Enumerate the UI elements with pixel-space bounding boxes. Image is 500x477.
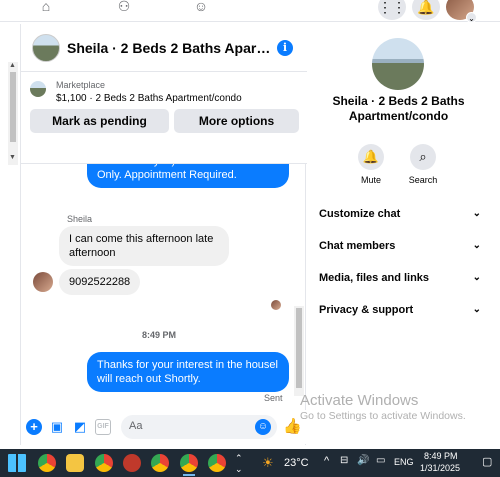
page-scrollbar[interactable]: ▲ ▼ <box>8 62 18 165</box>
menu-grid-icon[interactable]: ⋮⋮ <box>378 0 406 20</box>
outgoing-message: Thanks for your interest in the housel w… <box>87 352 289 392</box>
incoming-message: I can come this afternoon late afternoon <box>59 226 229 266</box>
customize-chat-section[interactable]: Customize chat ⌄ <box>319 208 481 228</box>
marketplace-label: Marketplace <box>56 80 106 90</box>
marketplace-listing-card: Marketplace $1,100 · 2 Beds 2 Baths Apar… <box>21 72 307 164</box>
chrome-icon[interactable] <box>151 454 169 472</box>
listing-thumbnail[interactable] <box>30 81 46 97</box>
active-app-indicator <box>183 474 195 476</box>
customize-chat-label: Customize chat <box>319 208 401 220</box>
chat-members-label: Chat members <box>319 240 396 252</box>
photo-icon[interactable]: ▣ <box>49 419 65 435</box>
sticker-icon[interactable]: ◩ <box>72 419 88 435</box>
listing-title[interactable]: $1,100 · 2 Beds 2 Baths Apartment/condo <box>56 93 242 104</box>
message-timestamp: 8:49 PM <box>141 330 176 340</box>
chat-header: Sheila · 2 Beds 2 Baths Apartment/condo … <box>21 24 307 72</box>
message-list: not contact you).** Self-Guided Tours On… <box>21 154 307 414</box>
community-icon[interactable]: ☺ <box>191 0 211 14</box>
search-label[interactable]: Search <box>403 175 443 185</box>
tray-expand-icon[interactable]: ^ <box>324 455 329 467</box>
message-input[interactable]: Aa ☺ <box>121 415 277 439</box>
message-status: Sent <box>264 393 283 403</box>
taskbar-overflow-icon[interactable]: ⌃ ⌄ <box>235 453 243 475</box>
chevron-down-icon: ⌄ <box>472 208 481 219</box>
chevron-down-icon: ⌄ <box>472 272 481 283</box>
chrome-icon[interactable] <box>38 454 56 472</box>
screen: ⌂ ⚇ ☺ ⋮⋮ 🔔 ⌄ Sheila · 2 Beds 2 Baths Apa… <box>0 0 500 477</box>
chat-info-panel: Sheila · 2 Beds 2 Baths Apartment/condo … <box>307 24 500 445</box>
mute-label[interactable]: Mute <box>351 175 391 185</box>
mute-bell-icon[interactable]: 🔔 <box>358 144 384 170</box>
network-icon[interactable]: ⊟ <box>340 455 348 466</box>
privacy-support-label: Privacy & support <box>319 304 414 316</box>
chat-title[interactable]: Sheila · 2 Beds 2 Baths Apartment/condo <box>67 40 272 56</box>
language-indicator[interactable]: ENG <box>394 457 414 467</box>
like-thumbs-up-icon[interactable]: 👍 <box>283 419 302 435</box>
chrome-icon[interactable] <box>95 454 113 472</box>
clock-date[interactable]: 1/31/2025 <box>420 463 460 473</box>
page-scrollbar-thumb[interactable] <box>10 72 16 142</box>
volume-icon[interactable]: 🔊 <box>357 455 369 466</box>
info-icon[interactable]: i <box>277 40 293 56</box>
read-receipt-avatar <box>271 300 281 310</box>
app-icon[interactable] <box>123 454 141 472</box>
plus-icon[interactable]: + <box>26 419 42 435</box>
battery-icon[interactable]: ▭ <box>376 455 385 466</box>
chevron-down-icon: ⌄ <box>472 304 481 315</box>
weather-icon[interactable]: ☀ <box>262 455 274 471</box>
more-options-button[interactable]: More options <box>174 109 299 133</box>
activate-windows-watermark: Activate Windows <box>300 392 419 409</box>
scroll-up-arrow-icon[interactable]: ▲ <box>9 62 16 69</box>
chat-scrollbar-thumb[interactable] <box>296 308 302 388</box>
file-explorer-icon[interactable] <box>66 454 84 472</box>
notifications-bell-icon[interactable]: 🔔 <box>412 0 440 20</box>
activate-windows-subtext: Go to Settings to activate Windows. <box>300 410 466 422</box>
chat-panel: Sheila · 2 Beds 2 Baths Apartment/condo … <box>20 24 307 445</box>
chrome-icon[interactable] <box>180 454 198 472</box>
windows-start-icon[interactable] <box>8 454 26 472</box>
message-input-placeholder: Aa <box>129 420 143 432</box>
gif-icon[interactable]: GIF <box>95 419 111 435</box>
privacy-support-section[interactable]: Privacy & support ⌄ <box>319 304 481 324</box>
media-files-links-section[interactable]: Media, files and links ⌄ <box>319 272 481 292</box>
info-panel-title: Sheila · 2 Beds 2 Baths Apartment/condo <box>332 94 465 123</box>
chat-avatar[interactable] <box>32 34 60 62</box>
scroll-down-arrow-icon[interactable]: ▼ <box>9 154 16 161</box>
chevron-down-icon: ⌄ <box>472 240 481 251</box>
windows-taskbar: ⌃ ⌄ ☀ 23°C ^ ⊟ 🔊 ▭ ENG 8:49 PM 1/31/2025 … <box>0 449 500 477</box>
chat-members-section[interactable]: Chat members ⌄ <box>319 240 481 260</box>
chat-scrollbar[interactable] <box>294 306 304 396</box>
top-navigation-bar: ⌂ ⚇ ☺ ⋮⋮ 🔔 ⌄ <box>0 0 500 23</box>
account-chevron-icon[interactable]: ⌄ <box>466 12 477 23</box>
media-files-links-label: Media, files and links <box>319 272 430 284</box>
weather-temperature[interactable]: 23°C <box>284 457 309 469</box>
notification-center-icon[interactable]: ▢ <box>482 455 492 468</box>
sender-avatar[interactable] <box>33 272 53 292</box>
incoming-message: 9092522288 <box>59 269 141 295</box>
home-icon[interactable]: ⌂ <box>36 0 56 14</box>
mark-as-pending-button[interactable]: Mark as pending <box>30 109 169 133</box>
emoji-icon[interactable]: ☺ <box>255 419 271 435</box>
group-people-icon[interactable]: ⚇ <box>114 0 134 14</box>
message-composer: + ▣ ◩ GIF Aa ☺ 👍 <box>21 410 307 444</box>
sender-name: Sheila <box>67 214 93 224</box>
chrome-icon[interactable] <box>208 454 226 472</box>
search-icon[interactable]: ⌕ <box>410 144 436 170</box>
listing-avatar[interactable] <box>372 38 424 90</box>
clock-time[interactable]: 8:49 PM <box>424 451 458 461</box>
